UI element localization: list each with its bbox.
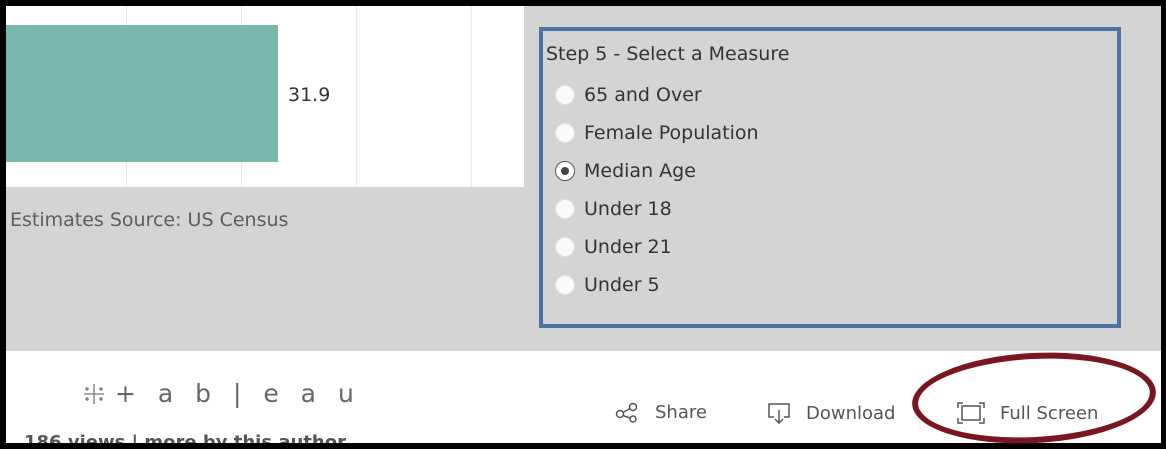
option-label: Under 18 xyxy=(584,198,672,220)
gridline xyxy=(356,6,357,187)
bar-chart: 31.9 xyxy=(6,6,524,187)
option-label: Under 5 xyxy=(584,274,660,296)
option-65-and-over[interactable]: 65 and Over xyxy=(555,76,759,114)
option-female-population[interactable]: Female Population xyxy=(555,114,759,152)
download-label: Download xyxy=(806,402,896,424)
radio-button[interactable] xyxy=(555,275,575,295)
option-label: Female Population xyxy=(584,122,759,144)
radio-button[interactable] xyxy=(555,199,575,219)
option-under-5[interactable]: Under 5 xyxy=(555,266,759,304)
radio-button[interactable] xyxy=(555,237,575,257)
tableau-logo[interactable]: + a b | e a u xyxy=(81,379,361,408)
measure-selector-title: Step 5 - Select a Measure xyxy=(546,43,790,65)
share-icon xyxy=(615,402,638,423)
option-median-age[interactable]: Median Age xyxy=(555,152,759,190)
share-label: Share xyxy=(655,401,707,423)
measure-selector: Step 5 - Select a Measure 65 and Over Fe… xyxy=(539,27,1121,328)
option-label: Median Age xyxy=(584,160,696,182)
radio-button[interactable] xyxy=(555,85,575,105)
option-under-21[interactable]: Under 21 xyxy=(555,228,759,266)
radio-button[interactable] xyxy=(555,161,575,181)
download-button[interactable]: Download xyxy=(766,401,895,425)
option-label: Under 21 xyxy=(584,236,672,258)
tableau-cross-icon xyxy=(84,383,104,404)
tableau-wordmark: + a b | e a u xyxy=(115,379,361,408)
option-under-18[interactable]: Under 18 xyxy=(555,190,759,228)
source-note: Estimates Source: US Census xyxy=(10,209,289,231)
viz-area: 31.9 Estimates Source: US Census Step 5 … xyxy=(6,6,1161,351)
download-icon xyxy=(768,403,790,425)
bar-value-label: 31.9 xyxy=(288,84,331,106)
gridline xyxy=(471,6,472,187)
radio-button[interactable] xyxy=(555,123,575,143)
bar[interactable] xyxy=(6,25,278,162)
views-count[interactable]: 186 views | more by this author xyxy=(24,432,346,443)
option-label: 65 and Over xyxy=(584,84,702,106)
measure-options: 65 and Over Female Population Median Age… xyxy=(555,76,759,304)
share-button[interactable]: Share xyxy=(615,401,707,423)
